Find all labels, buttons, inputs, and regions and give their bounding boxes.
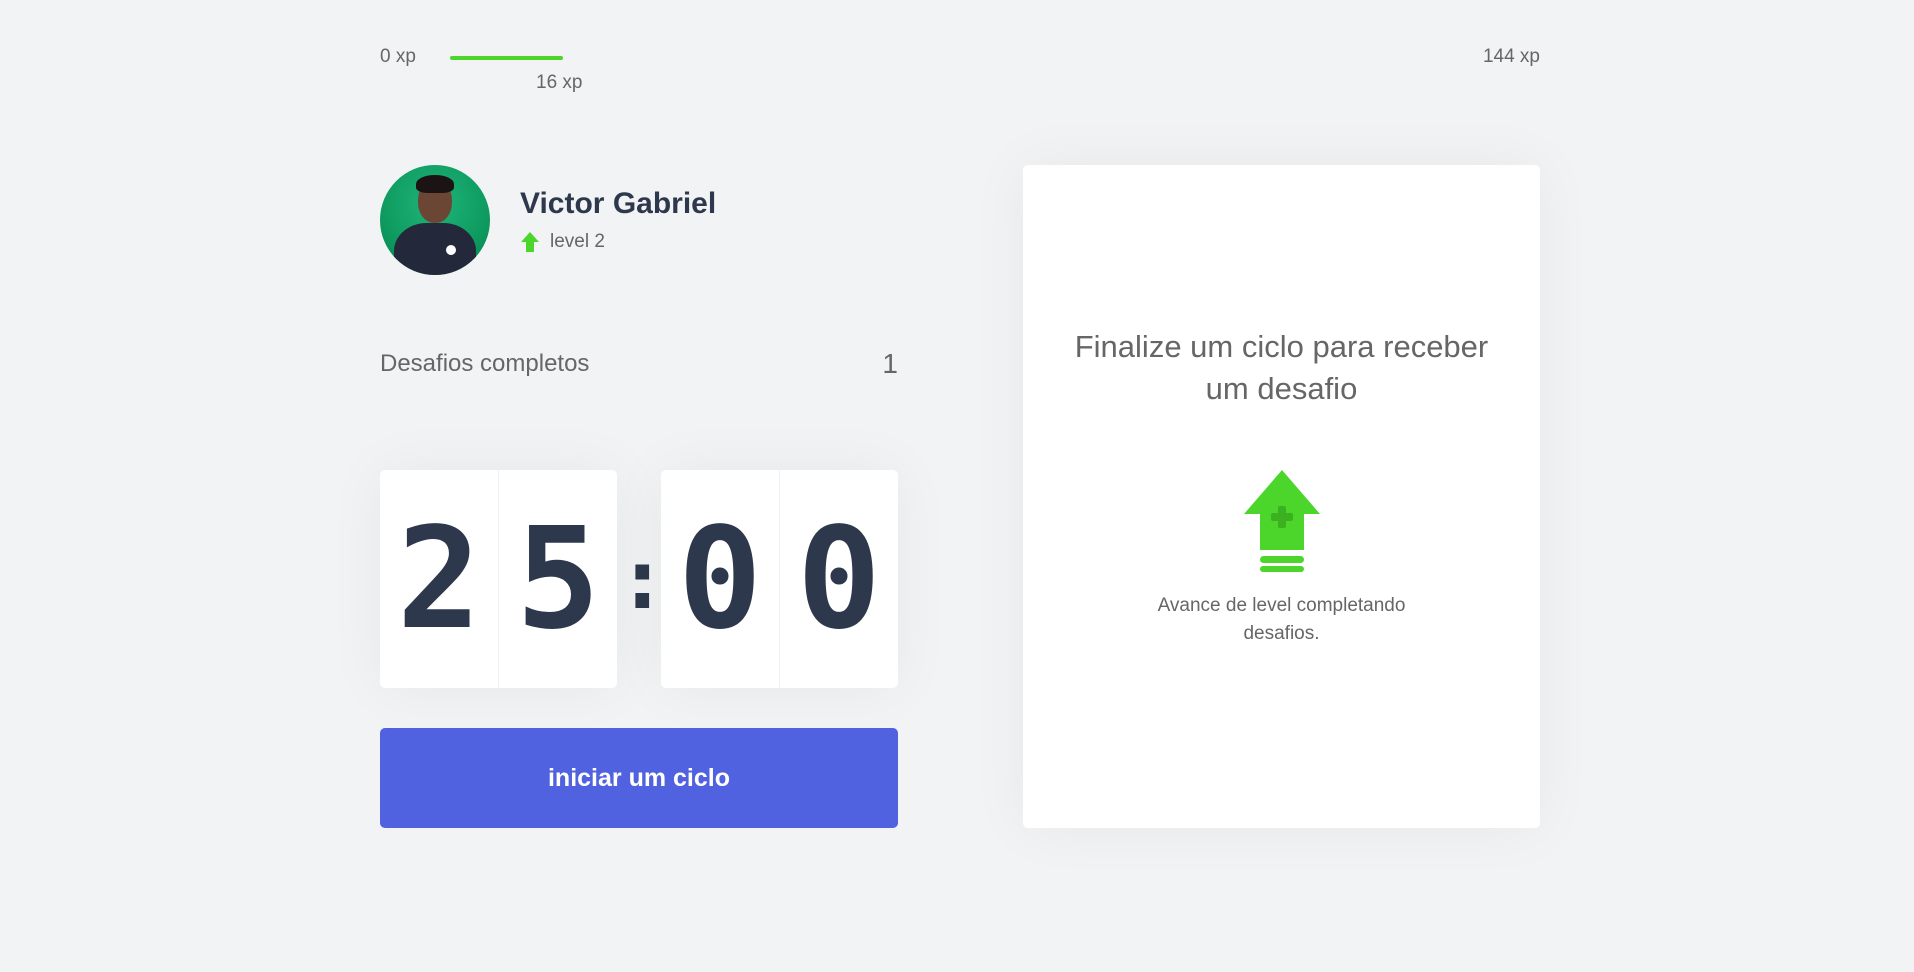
xp-max-label: 144 xp — [1482, 46, 1540, 67]
xp-track — [450, 56, 1470, 60]
countdown-seconds: 0 0 — [661, 470, 898, 688]
countdown-separator: : — [617, 530, 668, 628]
second-digit-left: 0 — [661, 470, 780, 688]
profile: Victor Gabriel level 2 — [380, 165, 716, 275]
avatar — [380, 165, 490, 275]
xp-min-label: 0 xp — [380, 46, 416, 67]
second-digit-right: 0 — [796, 497, 882, 661]
experience-bar: 0 xp 144 xp — [380, 46, 1540, 70]
minute-digit-left: 2 — [380, 470, 499, 688]
completed-challenges-label: Desafios completos — [380, 350, 590, 377]
completed-challenges-count: 1 — [882, 348, 898, 379]
level-up-icon — [1243, 470, 1320, 572]
countdown-minutes: 2 5 — [380, 470, 617, 688]
page: 0 xp 144 xp 16 xp Victor Gabriel level 2… — [0, 0, 1914, 972]
profile-level: level 2 — [520, 231, 716, 253]
profile-name: Victor Gabriel — [520, 187, 717, 220]
level-up-arrow-icon — [521, 232, 539, 252]
challenge-box: Finalize um ciclo para receber um desafi… — [1023, 165, 1540, 828]
challenge-box-title: Finalize um ciclo para receber um desafi… — [1074, 329, 1489, 406]
xp-current-label: 16 xp — [536, 72, 583, 93]
profile-info: Victor Gabriel level 2 — [520, 187, 716, 253]
profile-level-label: level 2 — [550, 231, 605, 252]
completed-challenges: Desafios completos 1 — [380, 342, 898, 386]
countdown: 2 5 : 0 0 — [380, 470, 898, 688]
minute-digit-right: 5 — [515, 497, 601, 661]
xp-fill — [450, 56, 564, 60]
challenge-box-description: Avance de level completando desafios. — [1157, 595, 1406, 644]
start-cycle-button[interactable]: iniciar um ciclo — [380, 728, 898, 828]
